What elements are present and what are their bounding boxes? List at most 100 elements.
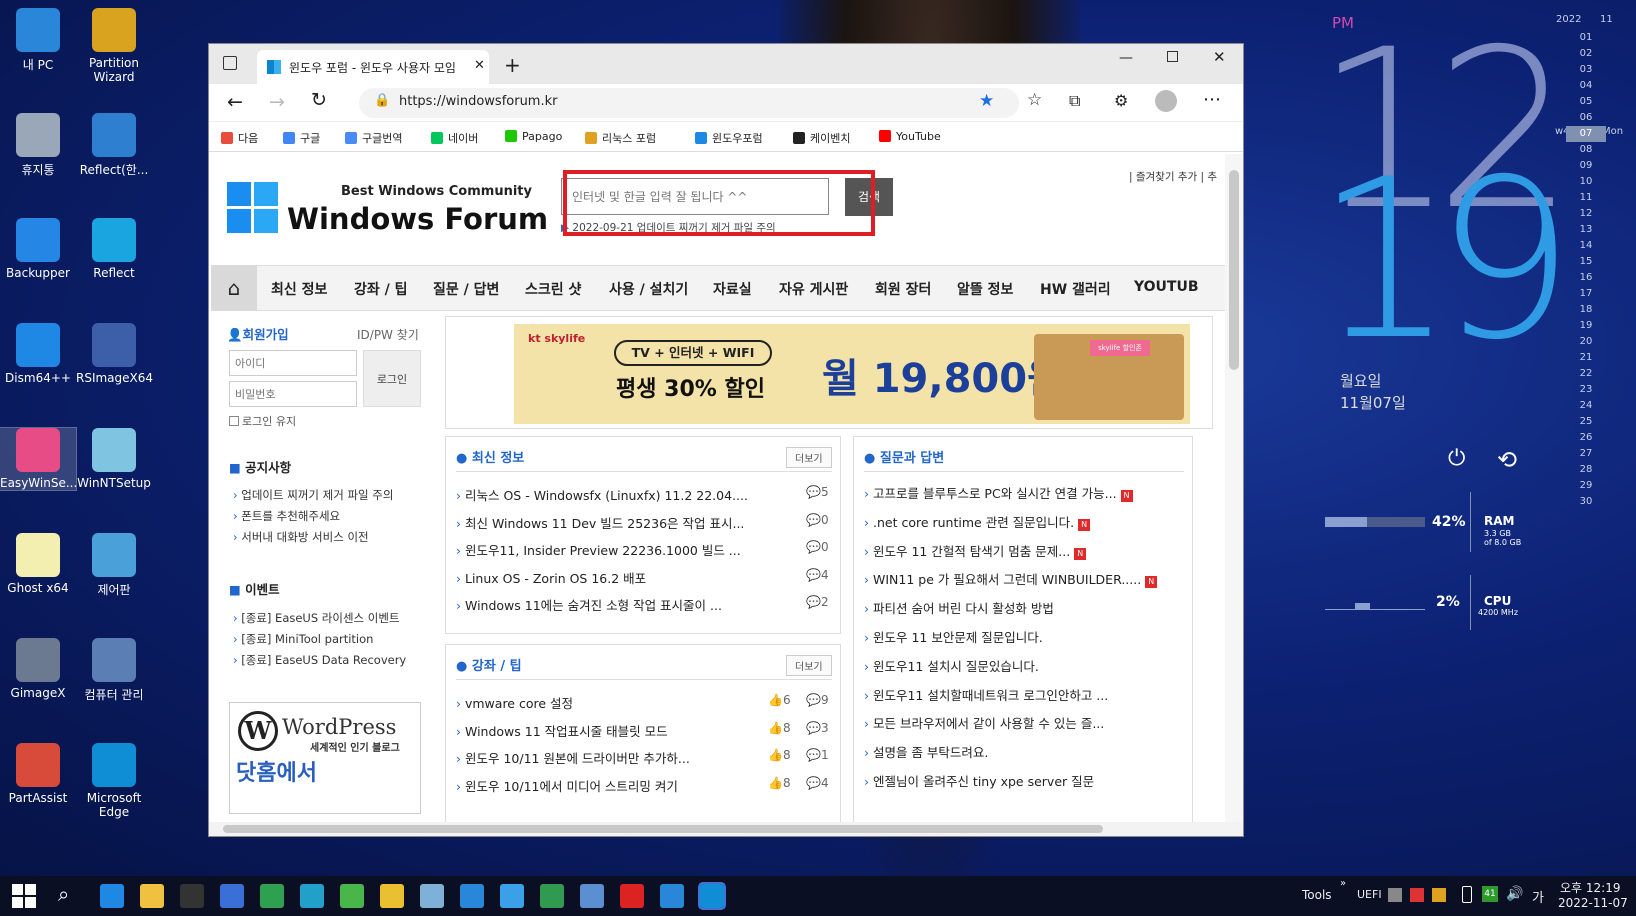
find-id-link[interactable]: ID/PW 찾기 [357, 326, 419, 343]
keep-login-checkbox[interactable] [229, 416, 239, 426]
calendar-day[interactable]: 14 [1566, 238, 1606, 254]
desktop-icon[interactable]: Microsoft Edge [76, 743, 152, 819]
latest-title[interactable]: ● 최신 정보 [456, 447, 524, 466]
wordpress-banner[interactable]: W WordPress 세계적인 인기 블로그 닷홈에서 [229, 702, 421, 814]
tray-app-icon[interactable] [1410, 888, 1424, 902]
calendar-day[interactable]: 19 [1566, 318, 1606, 334]
list-item[interactable]: › .net core runtime 관련 질문입니다. N [864, 512, 1091, 531]
calendar-day[interactable]: 02 [1566, 46, 1606, 62]
calendar-day[interactable]: 20 [1566, 334, 1606, 350]
tray-app-icon[interactable] [1432, 888, 1446, 902]
tips-more-button[interactable]: 더보기 [786, 655, 832, 676]
keep-login[interactable]: 로그인 유지 [229, 413, 296, 429]
calendar-day[interactable]: 21 [1566, 350, 1606, 366]
calendar-day[interactable]: 11 [1566, 190, 1606, 206]
list-item[interactable]: › vmware core 설정 [456, 693, 573, 712]
desktop-icon[interactable]: WinNTSetup [76, 428, 152, 490]
minimize-icon[interactable]: — [1119, 50, 1133, 66]
battery-icon[interactable] [1462, 886, 1472, 903]
calendar-day[interactable]: 16 [1566, 270, 1606, 286]
qna-title[interactable]: ● 질문과 답변 [864, 447, 944, 466]
calendar-day[interactable]: 03 [1566, 62, 1606, 78]
tools-label[interactable]: Tools [1302, 888, 1332, 902]
list-item[interactable]: › Windows 11 작업표시줄 태블릿 모드 [456, 721, 668, 740]
calendar-day[interactable]: 25 [1566, 414, 1606, 430]
calendar-day[interactable]: 23 [1566, 382, 1606, 398]
bookmark-item[interactable]: 네이버 [431, 130, 478, 146]
calendar-day[interactable]: 09 [1566, 158, 1606, 174]
desktop-icon[interactable]: Dism64++ [0, 323, 76, 385]
bookmark-item[interactable]: 리눅스 포럼 [585, 130, 656, 146]
list-item[interactable]: › 윈도우11 설치시 질문있습니다. [864, 656, 1039, 675]
taskbar-time[interactable]: 오후 12:19 [1560, 879, 1620, 896]
calendar-day[interactable]: 17 [1566, 286, 1606, 302]
list-item[interactable]: › 최신 Windows 11 Dev 빌드 25236은 작업 표시... [456, 513, 744, 532]
taskbar-app-icon[interactable] [500, 884, 524, 908]
latest-more-button[interactable]: 더보기 [786, 447, 832, 468]
top-links[interactable]: | 즐겨찾기 추가 | 추 [1129, 169, 1217, 184]
nav-item[interactable]: 최신 정보 [271, 279, 327, 299]
list-item[interactable]: › 윈도우 11 간헐적 탐색기 멈춤 문제... N [864, 541, 1087, 560]
list-item[interactable]: › 윈도우11 설치할때네트워크 로그인안하고 ... [864, 685, 1108, 704]
nav-item[interactable]: 회원 장터 [875, 279, 931, 299]
desktop-icon[interactable]: GimageX [0, 638, 76, 700]
nav-item[interactable]: 질문 / 답변 [433, 279, 499, 299]
taskbar-app-icon[interactable] [660, 884, 684, 908]
list-item[interactable]: › 윈도우 11 보안문제 질문입니다. [864, 627, 1043, 646]
taskbar-app-icon[interactable] [420, 884, 444, 908]
sidebar-link[interactable]: › 서버내 대화방 서비스 이전 [233, 529, 369, 545]
taskbar-app-icon[interactable] [540, 884, 564, 908]
back-icon[interactable]: ← [227, 91, 243, 113]
bookmark-item[interactable]: 케이벤치 [793, 130, 850, 146]
nav-item[interactable]: 스크린 샷 [525, 279, 581, 299]
scroll-thumb[interactable] [223, 825, 1103, 833]
desktop-icon[interactable]: Reflect [76, 218, 152, 280]
calendar-day[interactable]: 22 [1566, 366, 1606, 382]
list-item[interactable]: › 설명을 좀 부탁드려요. [864, 742, 988, 761]
tips-title[interactable]: ● 강좌 / 팁 [456, 655, 522, 674]
sidebar-link[interactable]: › [종료] EaseUS 라이센스 이벤트 [233, 610, 400, 626]
desktop-icon[interactable]: PartAssist [0, 743, 76, 805]
list-item[interactable]: › 엔젤님이 올려주신 tiny xpe server 질문 [864, 771, 1094, 790]
tray-app-icon[interactable] [1388, 888, 1402, 902]
list-item[interactable]: › 모든 브라우저에서 같이 사용할 수 있는 즐... [864, 713, 1104, 732]
nav-item[interactable]: YOUTUB [1134, 279, 1199, 295]
calendar-day[interactable]: 30 [1566, 494, 1606, 510]
tab-close-icon[interactable]: ✕ [474, 58, 485, 73]
calendar-day[interactable]: 10 [1566, 174, 1606, 190]
taskbar-date[interactable]: 2022-11-07 [1558, 896, 1628, 910]
desktop-icon[interactable]: Partition Wizard [76, 8, 152, 84]
taskbar-app-icon[interactable] [340, 884, 364, 908]
sidebar-link[interactable]: › 폰트를 추천해주세요 [233, 508, 340, 524]
sidebar-link[interactable]: › [종료] MiniTool partition [233, 631, 373, 647]
calendar-day[interactable]: 07 [1566, 126, 1606, 142]
chevron-icon[interactable]: » [1340, 878, 1346, 889]
signup-link[interactable]: 👤회원가입 [227, 324, 289, 343]
bookmark-item[interactable]: YouTube [879, 130, 941, 143]
calendar-day[interactable]: 18 [1566, 302, 1606, 318]
home-icon[interactable]: ⌂ [211, 266, 257, 310]
list-item[interactable]: › 파티션 숨어 버린 다시 활성화 방법 [864, 598, 1054, 617]
desktop-icon[interactable]: EasyWinSe... [0, 427, 77, 491]
taskbar-app-icon[interactable] [260, 884, 284, 908]
profile-avatar[interactable] [1155, 90, 1177, 112]
calendar-day[interactable]: 06 [1566, 110, 1606, 126]
calendar-day[interactable]: 12 [1566, 206, 1606, 222]
nav-item[interactable]: 강좌 / 팁 [354, 279, 408, 299]
start-icon[interactable] [12, 884, 36, 908]
skylife-ad[interactable]: kt skylife TV + 인터넷 + WIFI 평생 30% 할인 월 1… [514, 324, 1190, 424]
bookmark-item[interactable]: Papago [505, 130, 562, 143]
calendar-day[interactable]: 24 [1566, 398, 1606, 414]
site-brand[interactable]: Windows Forum [287, 202, 548, 236]
horizontal-scrollbar[interactable] [209, 822, 1243, 836]
calendar-day[interactable]: 13 [1566, 222, 1606, 238]
taskbar-app-icon[interactable] [100, 884, 124, 908]
taskbar-app-icon[interactable] [140, 884, 164, 908]
calendar-day[interactable]: 04 [1566, 78, 1606, 94]
desktop-icon[interactable]: Backupper [0, 218, 76, 280]
desktop-icon[interactable]: 휴지통 [0, 113, 76, 178]
desktop-icon[interactable]: Reflect(한... [76, 113, 152, 178]
password-field[interactable] [229, 381, 357, 407]
desktop-icon[interactable]: 제어판 [76, 533, 152, 598]
login-button[interactable]: 로그인 [363, 350, 421, 407]
